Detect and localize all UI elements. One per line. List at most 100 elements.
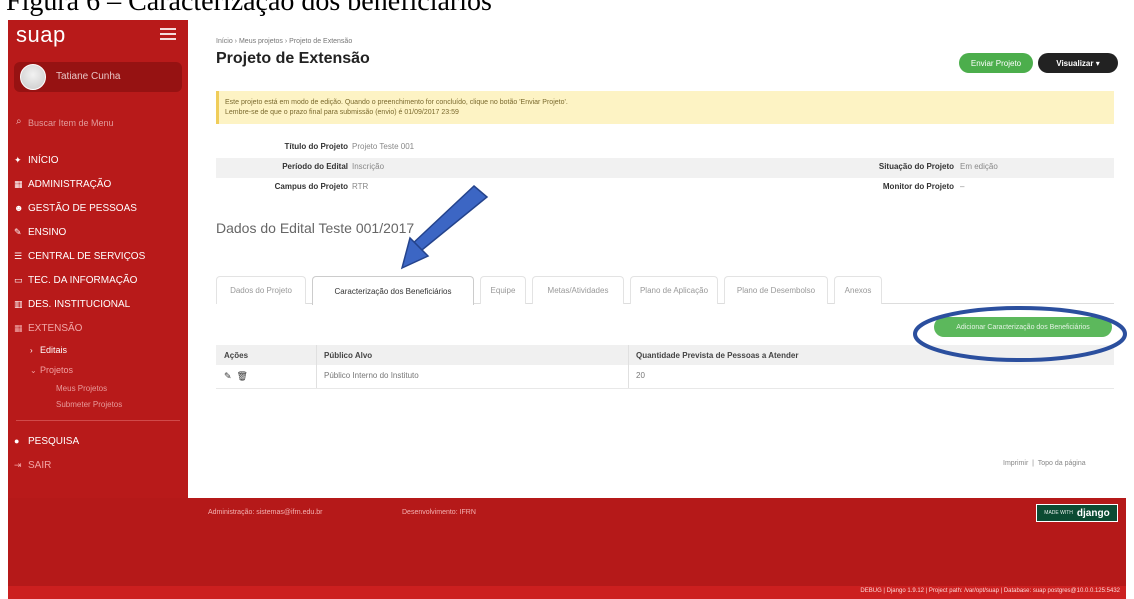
visualizar-dropdown-button[interactable]: Visualizar ▾ <box>1038 53 1118 73</box>
sidebar-item-gestao-pessoas[interactable]: ☻ GESTÃO DE PESSOAS <box>8 196 188 220</box>
sidebar-item-pesquisa[interactable]: ● PESQUISA <box>8 429 188 453</box>
sidebar-divider <box>16 420 180 421</box>
beneficiaries-table: Ações Público Alvo Quantidade Prevista d… <box>216 345 1114 389</box>
tab-plano-desembolso[interactable]: Plano de Desembolso <box>724 276 828 304</box>
breadcrumb-inicio[interactable]: Início <box>216 38 233 45</box>
page-title: Projeto de Extensão <box>216 50 370 67</box>
periodo-value: Inscrição <box>352 162 385 171</box>
extension-icon: ▦ <box>14 322 23 333</box>
breadcrumb-current: Projeto de Extensão <box>289 38 353 45</box>
admin-icon: ▦ <box>14 178 23 189</box>
add-beneficiary-button[interactable]: Adicionar Caracterização dos Beneficiári… <box>934 317 1112 337</box>
monitor-value: – <box>960 182 965 191</box>
table-header: Ações Público Alvo Quantidade Prevista d… <box>216 345 1114 365</box>
menu-search-input[interactable]: ⌕ Buscar Item de Menu <box>14 116 182 132</box>
main-content: Início › Meus projetos › Projeto de Exte… <box>188 20 1126 498</box>
sidebar-item-tec-informacao[interactable]: ▭ TEC. DA INFORMAÇÃO <box>8 268 188 292</box>
list-icon: ☰ <box>14 250 23 261</box>
sidebar-item-administracao[interactable]: ▦ ADMINISTRAÇÃO <box>8 172 188 196</box>
edit-icon[interactable]: ✎ <box>224 371 232 382</box>
col-divider <box>316 345 317 365</box>
periodo-label: Período do Edital <box>282 162 348 171</box>
tab-anexos[interactable]: Anexos <box>834 276 882 304</box>
page-links: Imprimir | Topo da página <box>1003 460 1086 467</box>
col-quantidade: Quantidade Prevista de Pessoas a Atender <box>636 351 799 360</box>
col-publico-alvo: Público Alvo <box>324 351 373 360</box>
sidebar-subsub-meus-projetos[interactable]: Meus Projetos <box>8 380 188 396</box>
user-name: Tatiane Cunha <box>56 71 121 82</box>
breadcrumb: Início › Meus projetos › Projeto de Exte… <box>216 38 353 45</box>
sidebar: suap Tatiane Cunha ⌕ Buscar Item de Menu… <box>8 20 188 498</box>
pencil-icon: ✎ <box>14 226 22 237</box>
table-row: ✎ 🗑 Público Interno do Instituto 20 <box>216 365 1114 389</box>
logout-icon: ⇥ <box>14 459 22 470</box>
monitor-icon: ▭ <box>14 274 23 285</box>
footer: Administração: sistemas@ifrn.edu.br Dese… <box>8 498 1126 599</box>
footer-dev-credit[interactable]: Desenvolvimento: IFRN <box>402 509 476 516</box>
django-badge-label: django <box>1076 507 1110 519</box>
trash-icon[interactable]: 🗑 <box>237 371 248 382</box>
sidebar-item-ensino[interactable]: ✎ ENSINO <box>8 220 188 244</box>
campus-label: Campus do Projeto <box>274 182 348 191</box>
sidebar-sub-projetos[interactable]: ⌄ Projetos <box>8 360 188 380</box>
situacao-label: Situação do Projeto <box>878 162 954 171</box>
tab-equipe[interactable]: Equipe <box>480 276 526 304</box>
project-tabs: Dados do Projeto Caracterização dos Bene… <box>216 276 1114 305</box>
section-title: Dados do Edital Teste 001/2017 <box>216 220 415 236</box>
tab-caracterizacao-beneficiarios[interactable]: Caracterização dos Beneficiários <box>312 276 474 305</box>
debug-bar: DEBUG | Django 1.9.12 | Project path: /v… <box>8 586 1126 599</box>
chevron-right-icon: › <box>30 345 33 355</box>
tab-dados-projeto[interactable]: Dados do Projeto <box>216 276 306 304</box>
people-icon: ☻ <box>14 203 24 213</box>
menu-search-placeholder: Buscar Item de Menu <box>28 118 114 128</box>
user-card[interactable]: Tatiane Cunha <box>14 62 182 92</box>
tab-plano-aplicacao[interactable]: Plano de Aplicação <box>630 276 718 304</box>
print-link[interactable]: Imprimir <box>1003 460 1028 467</box>
sidebar-item-extensao[interactable]: ▦ EXTENSÃO <box>8 316 188 340</box>
figure-caption-text: Figura 6 – Caracterização dos beneficiár… <box>6 0 492 17</box>
sidebar-item-sair[interactable]: ⇥ SAIR <box>8 453 188 477</box>
sidebar-subsub-submeter-projetos[interactable]: Submeter Projetos <box>8 396 188 412</box>
titulo-value: Projeto Teste 001 <box>352 142 415 151</box>
search-icon: ⌕ <box>16 116 22 127</box>
cell-publico: Público Interno do Instituto <box>324 371 419 380</box>
row-actions: ✎ 🗑 <box>224 371 253 382</box>
chevron-down-icon: ⌄ <box>30 365 37 375</box>
suap-screenshot: suap Tatiane Cunha ⌕ Buscar Item de Menu… <box>8 20 1126 599</box>
sidebar-item-des-institucional[interactable]: ▥ DES. INSTITUCIONAL <box>8 292 188 316</box>
figure-caption: Figura 6 – Caracterização dos beneficiár… <box>0 0 1134 22</box>
django-badge[interactable]: MADE WITH django <box>1036 504 1118 522</box>
hamburger-icon[interactable] <box>160 28 176 40</box>
campus-value: RTR <box>352 182 369 191</box>
django-badge-small: MADE WITH <box>1044 510 1073 516</box>
send-project-button[interactable]: Enviar Projeto <box>959 53 1033 73</box>
avatar <box>20 64 46 90</box>
edit-mode-alert: Este projeto está em modo de edição. Qua… <box>216 91 1114 124</box>
monitor-label: Monitor do Projeto <box>882 182 954 191</box>
footer-admin-contact[interactable]: Administração: sistemas@ifrn.edu.br <box>208 509 322 516</box>
sidebar-sub-editais[interactable]: › Editais <box>8 340 188 360</box>
sidebar-item-inicio[interactable]: ✦ INÍCIO <box>8 148 188 172</box>
sidebar-item-central-servicos[interactable]: ☰ CENTRAL DE SERVIÇOS <box>8 244 188 268</box>
tab-metas-atividades[interactable]: Metas/Atividades <box>532 276 624 304</box>
col-divider <box>628 345 629 365</box>
info-row-periodo: Período do Edital Inscrição Situação do … <box>216 158 1114 178</box>
project-info: Título do Projeto Projeto Teste 001 Perí… <box>216 138 1114 198</box>
info-row-titulo: Título do Projeto Projeto Teste 001 <box>216 138 1114 158</box>
alert-line-2: Lembre-se de que o prazo final para subm… <box>225 109 459 116</box>
alert-line-1: Este projeto está em modo de edição. Qua… <box>225 99 568 106</box>
titulo-label: Título do Projeto <box>284 142 348 151</box>
sidebar-nav: ✦ INÍCIO ▦ ADMINISTRAÇÃO ☻ GESTÃO DE PESSOA… <box>8 148 188 477</box>
situacao-value: Em edição <box>960 162 998 171</box>
col-divider <box>316 365 317 388</box>
search-circle-icon: ● <box>14 436 20 446</box>
col-acoes: Ações <box>224 351 249 360</box>
home-icon: ✦ <box>14 154 22 165</box>
cell-quantidade: 20 <box>636 371 645 380</box>
col-divider <box>628 365 629 388</box>
debug-info: DEBUG | Django 1.9.12 | Project path: /v… <box>860 588 1120 594</box>
brand-logo[interactable]: suap <box>16 22 66 48</box>
breadcrumb-meus-projetos[interactable]: Meus projetos <box>239 38 283 45</box>
top-of-page-link[interactable]: Topo da página <box>1038 460 1086 467</box>
info-row-campus: Campus do Projeto RTR Monitor do Projeto… <box>216 178 1114 198</box>
